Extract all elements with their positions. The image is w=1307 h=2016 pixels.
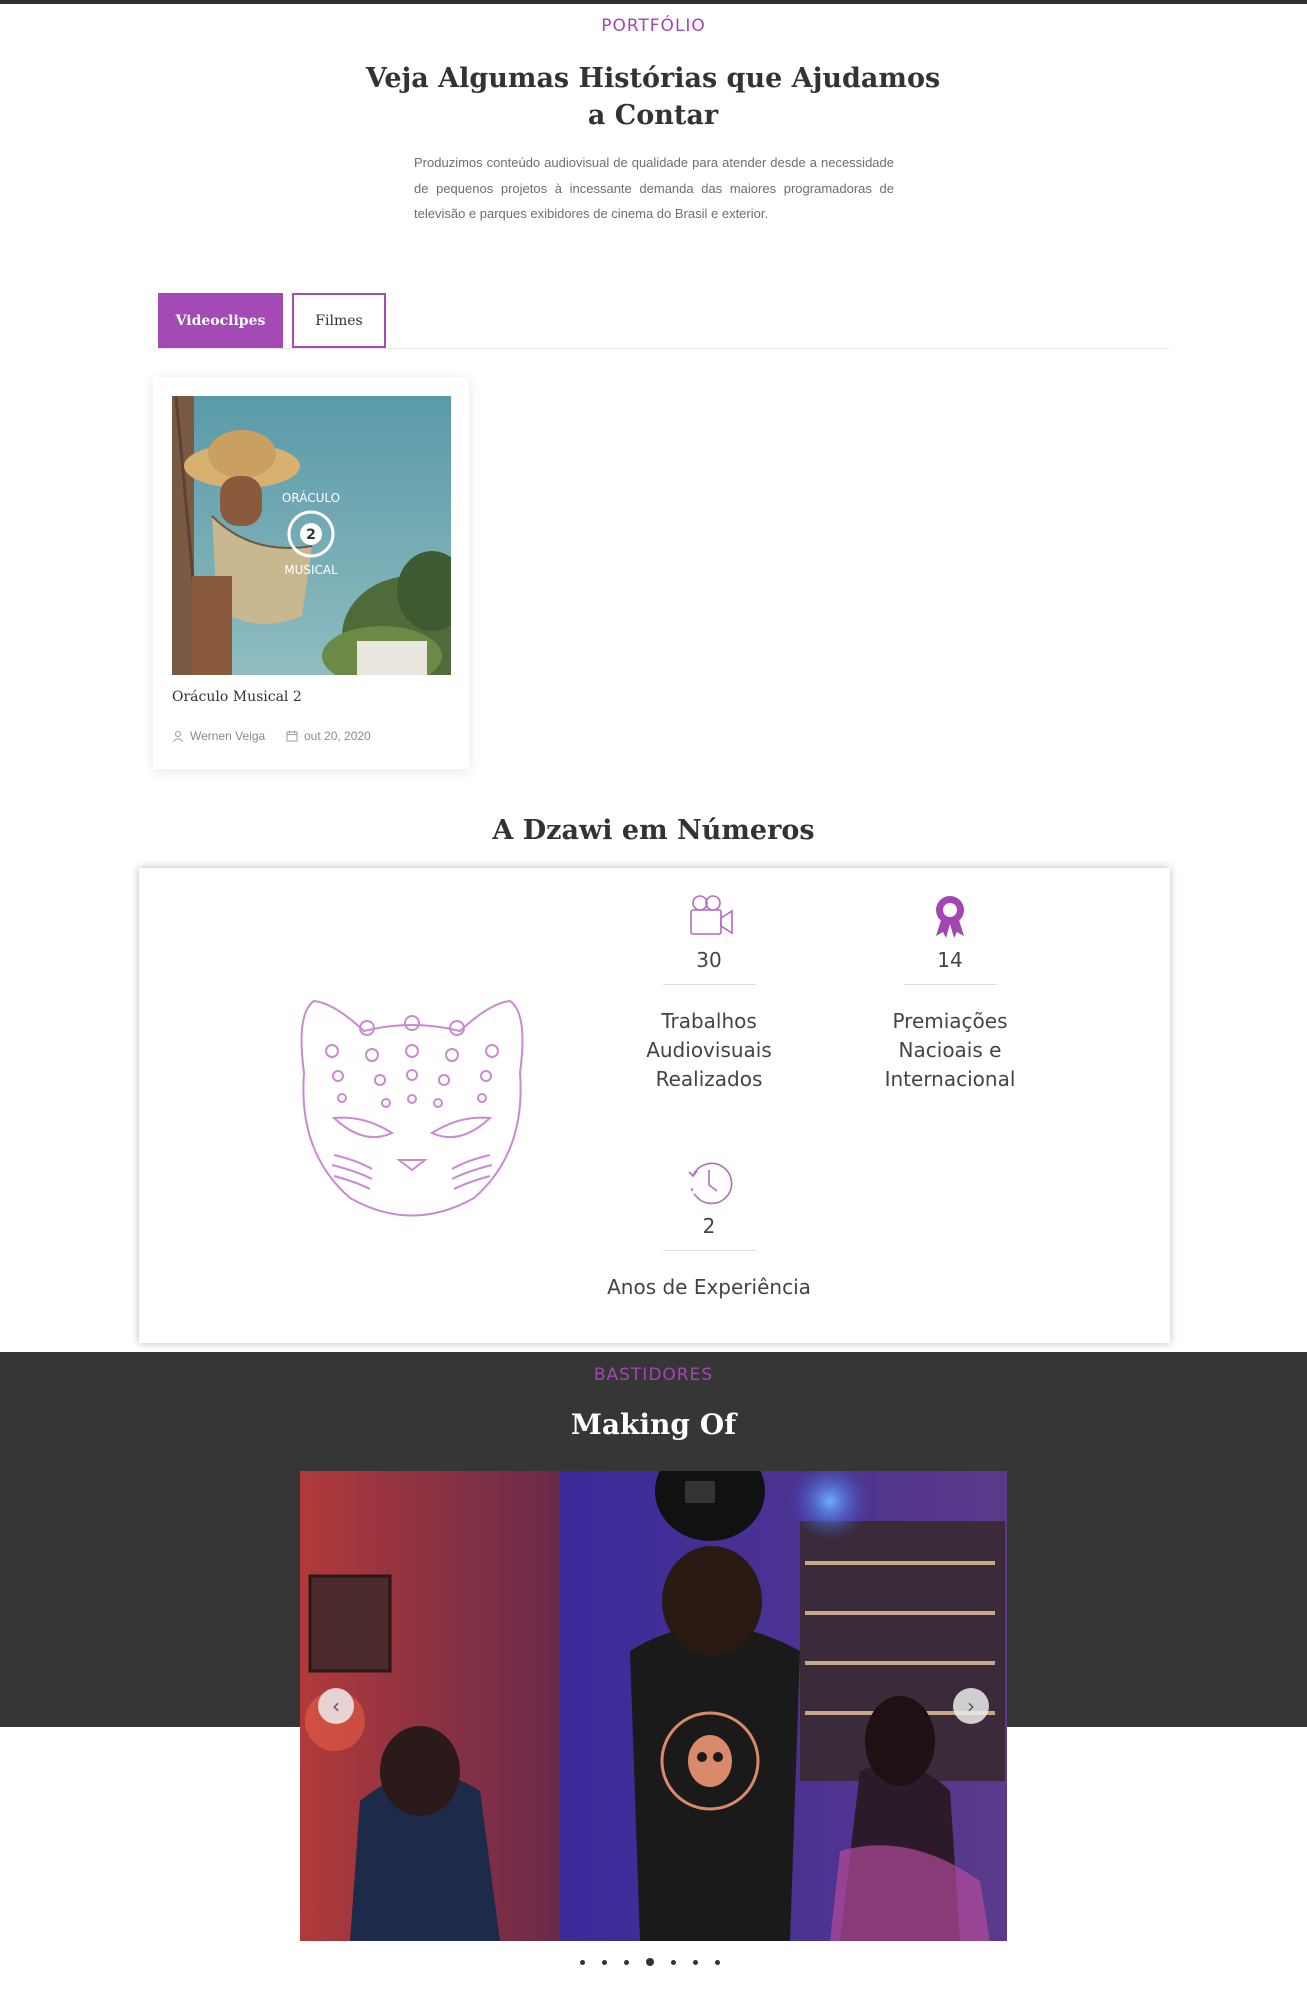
stat-awards-divider	[903, 984, 997, 985]
card-thumbnail-image: 2 ORÁCULO MUSICAL	[172, 396, 451, 675]
stat-works-label-line: Realizados	[655, 1067, 763, 1091]
stat-experience-label: Anos de Experiência	[589, 1273, 829, 1302]
stat-works-divider	[662, 984, 756, 985]
portfolio-card[interactable]: 2 ORÁCULO MUSICAL Oráculo Musical 2 Wern…	[153, 377, 469, 769]
stat-awards: 14 Premiações Nacioais e Internacional	[865, 894, 1035, 1094]
logo-text-bottom: MUSICAL	[284, 563, 338, 577]
card-title[interactable]: Oráculo Musical 2	[172, 689, 302, 705]
stat-works-label: Trabalhos Audiovisuais Realizados	[624, 1007, 794, 1094]
slider-dot[interactable]	[624, 1959, 629, 1965]
camera-icon	[690, 895, 733, 935]
slider-dot[interactable]	[646, 1958, 654, 1966]
stat-works-label-line: Audiovisuais	[646, 1038, 772, 1062]
stat-works: 30 Trabalhos Audiovisuais Realizados	[624, 894, 794, 1094]
logo-number: 2	[306, 527, 316, 543]
stat-awards-label-line: Nacioais e	[898, 1038, 1002, 1062]
calendar-icon	[286, 730, 298, 742]
slider-prev-button[interactable]: ‹	[318, 1688, 354, 1724]
making-of-slide-image	[300, 1471, 1007, 1941]
card-author: Wernen Veiga	[172, 729, 265, 743]
stat-experience-value: 2	[702, 1214, 716, 1238]
slider-dot[interactable]	[580, 1959, 585, 1965]
clock-history-icon	[688, 1162, 733, 1205]
stat-awards-label-line: Premiações	[892, 1009, 1008, 1033]
stat-awards-label-line: Internacional	[884, 1067, 1016, 1091]
logo-text-top: ORÁCULO	[282, 490, 340, 505]
slider-dot[interactable]	[693, 1959, 698, 1965]
portfolio-title: Veja Algumas Histórias que Ajudamos a Co…	[365, 63, 941, 131]
card-thumbnail[interactable]: 2 ORÁCULO MUSICAL	[172, 396, 451, 675]
numbers-title: A Dzawi em Números	[492, 815, 815, 846]
stat-experience: 2 Anos de Experiência	[607, 1160, 811, 1302]
slider-dot[interactable]	[602, 1959, 607, 1965]
award-ribbon-icon	[936, 896, 964, 938]
stat-works-label-line: Trabalhos	[661, 1009, 757, 1033]
jaguar-mask-icon	[300, 999, 524, 1217]
slider-pagination	[580, 1958, 720, 1966]
making-of-slider[interactable]	[300, 1471, 1007, 1941]
bastidores-eyebrow: BASTIDORES	[593, 1365, 714, 1385]
stat-experience-divider	[662, 1250, 756, 1251]
tab-videoclipes[interactable]: Videoclipes	[158, 293, 283, 348]
stat-awards-value: 14	[937, 948, 963, 972]
making-of-title: Making Of	[570, 1408, 737, 1441]
slider-dot[interactable]	[715, 1959, 720, 1965]
top-bar	[0, 0, 1307, 4]
user-icon	[173, 731, 183, 742]
slider-dot[interactable]	[671, 1959, 676, 1965]
numbers-panel: 30 Trabalhos Audiovisuais Realizados 14 …	[139, 868, 1170, 1343]
stat-awards-label: Premiações Nacioais e Internacional	[865, 1007, 1035, 1094]
card-date-text: out 20, 2020	[304, 729, 371, 743]
stat-experience-label-line: Anos de Experiência	[607, 1275, 811, 1299]
slider-next-button[interactable]: ›	[953, 1688, 989, 1724]
portfolio-eyebrow: PORTFÓLIO	[601, 16, 706, 36]
card-date: out 20, 2020	[286, 729, 371, 743]
tab-filmes[interactable]: Filmes	[292, 293, 386, 348]
tabs-divider	[158, 348, 1169, 349]
portfolio-intro: Produzimos conteúdo audiovisual de quali…	[414, 155, 894, 222]
card-author-name: Wernen Veiga	[190, 729, 266, 743]
stat-works-value: 30	[696, 948, 722, 972]
